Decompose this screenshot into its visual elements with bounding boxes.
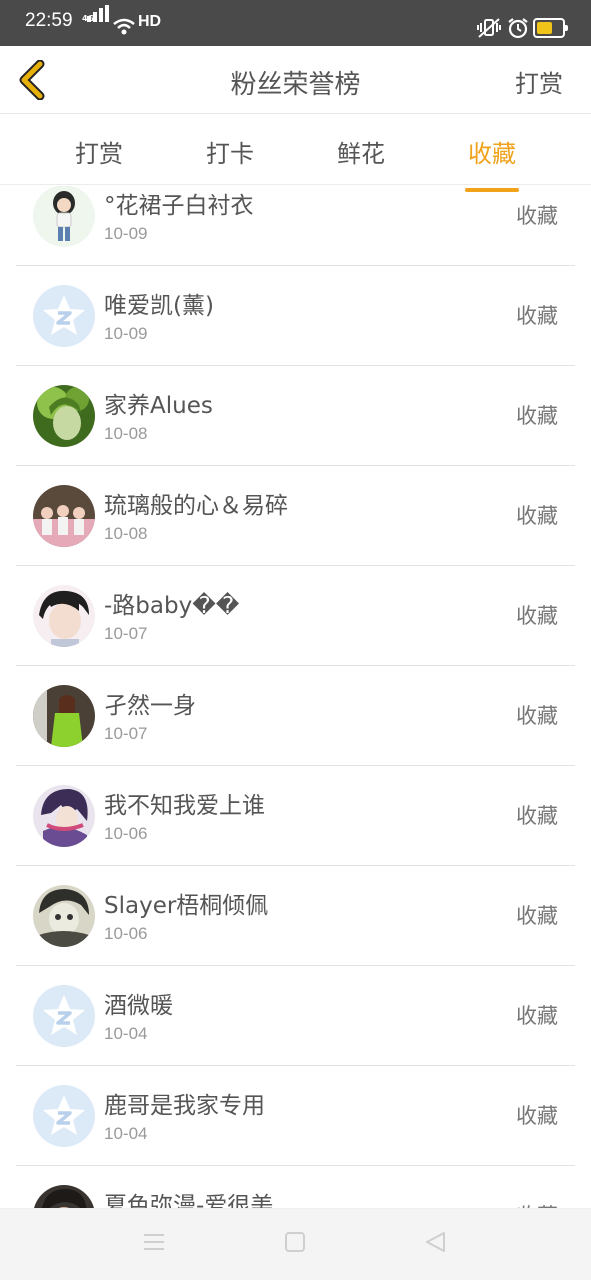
item-date: 10-06 [104, 824, 148, 843]
system-nav-bar [0, 1208, 591, 1280]
alarm-icon [508, 18, 528, 39]
vibrate-off-icon [477, 18, 501, 38]
item-name: 酒微暖 [104, 993, 173, 1019]
item-action: 收藏 [516, 604, 558, 628]
tab-bar: 打赏 打卡 鲜花 收藏 [0, 115, 591, 192]
avatar [33, 285, 95, 347]
item-action: 收藏 [516, 304, 558, 328]
list-item[interactable]: -路baby�� 10-07 收藏 [16, 566, 575, 666]
tab-checkin[interactable]: 打卡 [190, 134, 270, 169]
item-action: 收藏 [516, 204, 558, 228]
list-item[interactable]: 家养Alues 10-08 收藏 [16, 366, 575, 466]
list-item[interactable]: Slayer梧桐倾佩 10-06 收藏 [16, 866, 575, 966]
item-name: 家养Alues [104, 393, 213, 419]
app-header: 粉丝荣誉榜 打赏 [0, 46, 591, 114]
menu-icon[interactable] [143, 1231, 165, 1253]
item-date: 10-09 [104, 224, 148, 243]
avatar [33, 1185, 95, 1208]
item-name: -路baby�� [104, 593, 240, 619]
item-name: 我不知我爱上谁 [104, 793, 265, 819]
avatar [33, 785, 95, 847]
item-name: 鹿哥是我家专用 [104, 1093, 265, 1119]
item-date: 10-06 [104, 924, 148, 943]
tab-label: 打赏 [75, 140, 123, 168]
status-bar: 22:59 4G HD [0, 0, 591, 46]
item-date: 10-07 [104, 724, 148, 743]
list-item[interactable]: 酒微暖 10-04 收藏 [16, 966, 575, 1066]
tip-button[interactable]: 打赏 [515, 64, 563, 99]
list-item[interactable]: 唯爱凯(薰) 10-09 收藏 [16, 266, 575, 366]
item-date: 10-04 [104, 1024, 148, 1043]
list-item[interactable]: °花裙子白衬衣 10-09 收藏 [16, 186, 575, 266]
item-action: 收藏 [516, 904, 558, 928]
tab-flowers[interactable]: 鲜花 [321, 134, 401, 169]
item-date: 10-04 [104, 1124, 148, 1143]
tab-favorites[interactable]: 收藏 [452, 134, 532, 192]
list-item[interactable]: 鹿哥是我家专用 10-04 收藏 [16, 1066, 575, 1166]
avatar [33, 585, 95, 647]
wifi-icon [113, 18, 135, 35]
back-triangle-icon[interactable] [424, 1231, 446, 1253]
fan-list[interactable]: °花裙子白衬衣 10-09 收藏 唯爱凯(薰) 10-09 收藏 家养Alues [16, 186, 575, 1208]
item-date: 10-07 [104, 624, 148, 643]
item-name: 唯爱凯(薰) [104, 293, 214, 319]
list-item[interactable]: 孑然一身 10-07 收藏 [16, 666, 575, 766]
status-time: 22:59 [25, 10, 73, 31]
item-name: 孑然一身 [104, 693, 196, 719]
page-title: 粉丝荣誉榜 [230, 70, 361, 100]
item-date: 10-09 [104, 324, 148, 343]
list-item[interactable]: 我不知我爱上谁 10-06 收藏 [16, 766, 575, 866]
item-date: 10-08 [104, 424, 148, 443]
item-action: 收藏 [516, 804, 558, 828]
item-action: 收藏 [516, 1200, 558, 1208]
list-item[interactable]: 夏色弥漫-爱很美 收藏 [16, 1166, 575, 1208]
item-name: °花裙子白衬衣 [104, 193, 254, 219]
battery-icon [533, 18, 568, 38]
item-date: 10-08 [104, 524, 148, 543]
tab-tip[interactable]: 打赏 [59, 134, 139, 169]
home-square-icon[interactable] [285, 1231, 305, 1253]
tab-label: 鲜花 [337, 140, 385, 168]
avatar [33, 985, 95, 1047]
avatar [33, 186, 95, 247]
item-name: Slayer梧桐倾佩 [104, 893, 269, 919]
item-action: 收藏 [516, 404, 558, 428]
item-action: 收藏 [516, 704, 558, 728]
item-name: 琉璃般的心＆易碎 [104, 493, 288, 519]
item-action: 收藏 [516, 1104, 558, 1128]
item-name: 夏色弥漫-爱很美 [104, 1193, 274, 1208]
avatar [33, 685, 95, 747]
avatar [33, 385, 95, 447]
tab-label: 收藏 [468, 140, 516, 168]
avatar [33, 485, 95, 547]
list-item[interactable]: 琉璃般的心＆易碎 10-08 收藏 [16, 466, 575, 566]
hd-label: HD [138, 13, 162, 30]
avatar [33, 1085, 95, 1147]
avatar [33, 885, 95, 947]
tab-label: 打卡 [206, 140, 254, 168]
item-action: 收藏 [516, 504, 558, 528]
item-action: 收藏 [516, 1004, 558, 1028]
